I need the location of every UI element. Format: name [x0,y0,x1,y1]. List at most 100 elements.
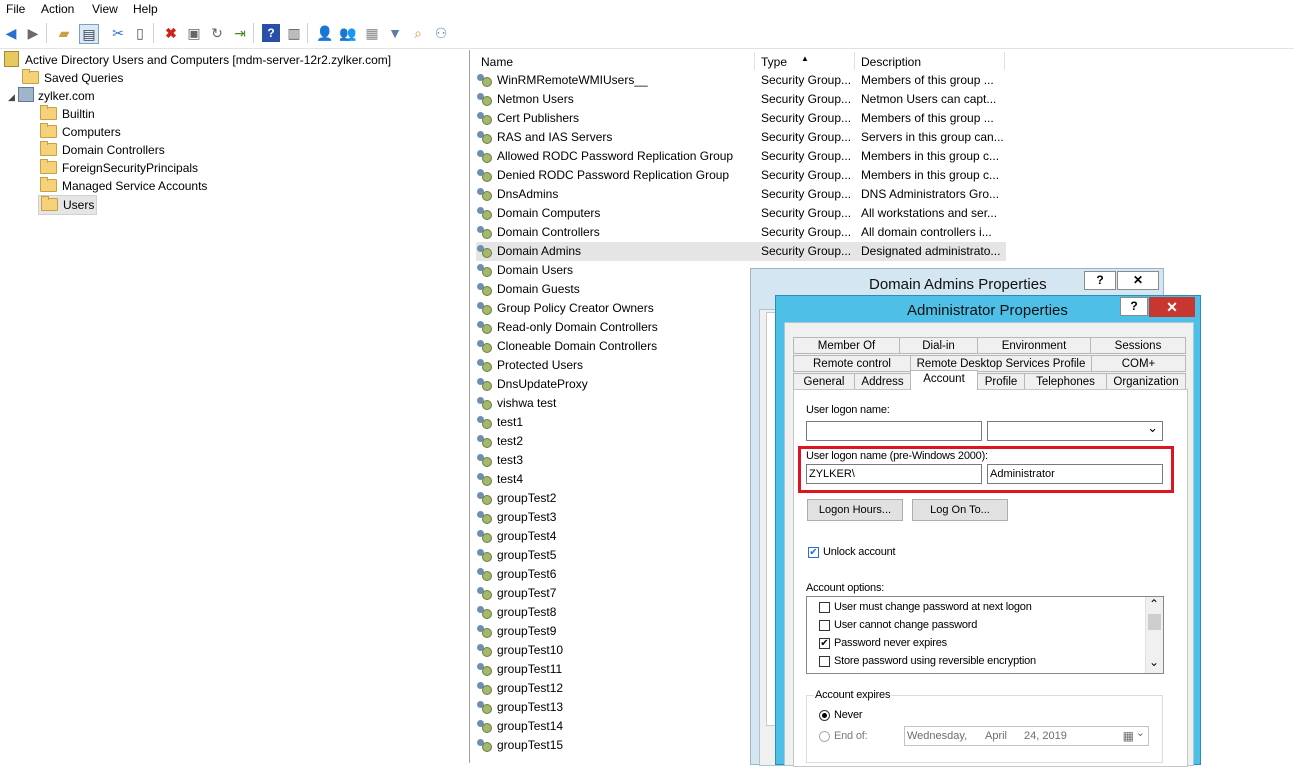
list-item[interactable]: WinRMRemoteWMIUsers__ Security Group... Me… [476,71,1006,90]
group-icon [476,548,492,562]
chevron-down-icon: ⌄ [1135,727,1145,739]
find-icon[interactable]: ⌕ [409,24,427,42]
column-header-name[interactable]: Name [481,53,513,71]
group-icon [476,225,492,239]
pre2000-logon-label: User logon name (pre-Windows 2000): [806,450,988,462]
back-arrow-icon[interactable]: ◀ [2,24,20,42]
scrollbar-thumb[interactable] [1148,614,1161,630]
account-option-checkbox[interactable] [819,656,830,667]
list-item-name: groupTest8 [497,605,557,619]
list-item[interactable]: DnsAdmins Security Group... DNS Administra… [476,185,1006,204]
calendar-icon[interactable]: ▦ [1123,727,1134,745]
list-item[interactable]: Netmon Users Security Group... Netmon User… [476,90,1006,109]
menu-file[interactable]: File [6,2,25,16]
tab-organization[interactable]: Organization [1106,373,1186,390]
close-icon[interactable]: ✕ [1117,271,1159,290]
account-option-checkbox[interactable]: ✔ [819,638,830,649]
console-icon[interactable]: ▥ [285,24,303,42]
show-hide-tree-icon[interactable]: ▤ [79,24,99,44]
tab-member-of[interactable]: Member Of [793,337,900,354]
column-header-description[interactable]: Description [861,53,921,71]
logon-hours-button[interactable]: Logon Hours... [807,499,903,521]
end-of-radio[interactable] [819,731,830,742]
tab-general[interactable]: General [793,373,855,390]
tab-address[interactable]: Address [854,373,911,390]
group-icon [476,738,492,752]
delete-icon[interactable]: ✖ [162,24,180,42]
tree-item-computers[interactable]: Computers [40,123,121,141]
refresh-icon[interactable]: ↻ [208,24,226,42]
account-option-checkbox[interactable] [819,602,830,613]
add-to-group-icon[interactable]: ⚇ [432,24,450,42]
new-group-icon[interactable]: 👥 [339,24,357,42]
up-folder-icon[interactable]: ▰ [55,24,73,42]
tree-root[interactable]: Active Directory Users and Computers [md… [4,51,391,69]
scroll-up-icon[interactable]: ⌃ [1149,597,1159,611]
scroll-down-icon[interactable]: ⌄ [1149,655,1159,669]
end-of-date-picker[interactable]: Wednesday, April 24, 2019 ▦ ⌄ [904,726,1149,746]
tab-sessions[interactable]: Sessions [1090,337,1186,354]
pre2000-username-input[interactable]: Administrator [987,464,1163,484]
vertical-scrollbar[interactable]: ⌃ ⌄ [1145,597,1163,673]
list-item-description: Members in this group c... [861,168,1000,182]
upn-suffix-select[interactable]: ⌄ [987,420,1163,441]
menu-view[interactable]: View [92,2,118,16]
toolbar-separator [46,23,47,43]
cut-icon[interactable]: ✂ [109,24,127,42]
list-item[interactable]: Domain Controllers Security Group... All d… [476,223,1006,242]
properties-icon[interactable]: ▣ [185,24,203,42]
tab-com-plus[interactable]: COM+ [1091,355,1186,372]
folder-icon [40,123,57,138]
list-item[interactable]: Domain Admins Security Group... Designated… [476,242,1006,261]
logon-name-input[interactable] [806,421,982,441]
unlock-account-checkbox[interactable]: ✔ [808,547,819,558]
list-item-type: Security Group... [761,244,852,258]
list-item[interactable]: Cert Publishers Security Group... Members … [476,109,1006,128]
tab-profile[interactable]: Profile [977,373,1025,390]
help-icon[interactable]: ? [1084,271,1116,290]
tree-item-saved-queries[interactable]: Saved Queries [22,69,123,87]
tree-item-domain-controllers[interactable]: Domain Controllers [40,141,165,159]
group-icon [476,339,492,353]
dialog-title: Administrator Properties [907,302,1068,319]
group-icon [476,244,492,258]
close-icon[interactable]: ✕ [1149,297,1195,317]
column-divider[interactable] [1004,52,1005,70]
tree-item-domain[interactable]: ◢ zylker.com [8,87,95,105]
help-icon[interactable]: ? [262,24,280,42]
menu-action[interactable]: Action [41,2,74,16]
forward-arrow-icon[interactable]: ▶ [24,24,42,42]
column-divider[interactable] [754,52,755,70]
tab-dial-in[interactable]: Dial-in [899,337,978,354]
tab-environment[interactable]: Environment [977,337,1091,354]
list-item[interactable]: Denied RODC Password Replication Group Se… [476,166,1006,185]
list-item-type: Security Group... [761,149,852,163]
toolbar-separator [153,23,154,43]
tab-account[interactable]: Account [910,370,978,390]
new-ou-icon[interactable]: ▦ [363,24,381,42]
account-expires-label: Account expires [814,689,892,701]
list-item[interactable]: RAS and IAS Servers Security Group... Serv… [476,128,1006,147]
tab-telephones[interactable]: Telephones [1024,373,1107,390]
never-radio[interactable] [819,710,830,721]
menu-help[interactable]: Help [133,2,158,16]
list-item[interactable]: Domain Computers Security Group... All wor… [476,204,1006,223]
column-header-type[interactable]: Type [761,53,787,71]
log-on-to-button[interactable]: Log On To... [912,499,1008,521]
column-divider[interactable] [854,52,855,70]
tree-item-foreign-security-principals[interactable]: ForeignSecurityPrincipals [40,159,198,177]
help-icon[interactable]: ? [1120,297,1148,316]
expand-arrow-icon[interactable]: ◢ [8,88,18,106]
export-list-icon[interactable]: ⇥ [231,24,249,42]
list-item-name: Domain Computers [497,206,601,220]
filter-icon[interactable]: ▼ [386,24,404,42]
list-item-description: Members of this group ... [861,73,994,87]
new-user-icon[interactable]: 👤 [316,24,334,42]
tree-item-users[interactable]: Users [38,195,98,215]
list-item[interactable]: Allowed RODC Password Replication Group S… [476,147,1006,166]
copy-icon[interactable]: ▯ [131,24,149,42]
tree-item-builtin[interactable]: Builtin [40,105,95,123]
tree-item-managed-service-accounts[interactable]: Managed Service Accounts [40,177,207,195]
account-option-checkbox[interactable] [819,620,830,631]
tab-remote-control[interactable]: Remote control [793,355,911,372]
